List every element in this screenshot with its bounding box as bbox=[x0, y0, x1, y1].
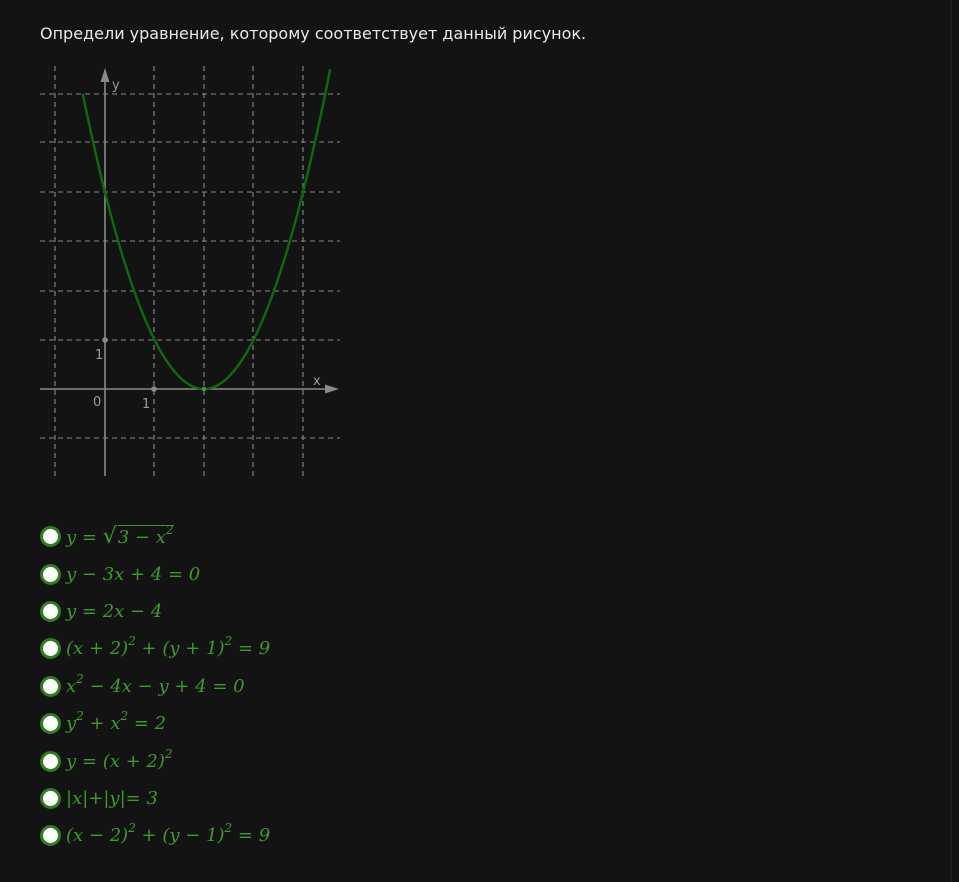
radio-button[interactable] bbox=[40, 600, 61, 622]
y-tick-label: 1 bbox=[95, 348, 103, 363]
x-axis-arrow bbox=[325, 384, 339, 394]
tick-point-x1 bbox=[151, 386, 157, 392]
option-label[interactable]: x2 − 4x − y + 4 = 0 bbox=[66, 673, 245, 697]
option-label[interactable]: y2 + x2 = 2 bbox=[66, 710, 166, 734]
y-axis-arrow bbox=[100, 68, 110, 82]
option-label[interactable]: y = (x + 2)2 bbox=[66, 748, 173, 772]
radio-button[interactable] bbox=[40, 825, 61, 847]
radio-button[interactable] bbox=[40, 787, 61, 809]
answer-option-1[interactable]: y = √3 − x2 bbox=[40, 518, 270, 555]
question-panel: Определи уравнение, которому соответству… bbox=[0, 0, 952, 882]
option-label[interactable]: y = √3 − x2 bbox=[66, 524, 174, 549]
parabola-graph: y x 0 1 1 bbox=[40, 66, 340, 476]
x-tick-label: 1 bbox=[142, 397, 150, 412]
answer-option-9[interactable]: (x − 2)2 + (y − 1)2 = 9 bbox=[40, 817, 270, 854]
answer-option-2[interactable]: y − 3x + 4 = 0 bbox=[40, 555, 270, 592]
option-label[interactable]: y = 2x − 4 bbox=[66, 601, 162, 622]
answer-option-3[interactable]: y = 2x − 4 bbox=[40, 593, 270, 630]
answer-option-8[interactable]: |x|+|y|= 3 bbox=[40, 780, 270, 817]
answer-option-7[interactable]: y = (x + 2)2 bbox=[40, 742, 270, 779]
parabola-curve bbox=[81, 68, 332, 391]
grid bbox=[40, 66, 340, 476]
option-label[interactable]: (x − 2)2 + (y − 1)2 = 9 bbox=[66, 822, 270, 846]
question-text: Определи уравнение, которому соответству… bbox=[40, 24, 587, 43]
radio-button[interactable] bbox=[40, 750, 61, 772]
vertex-point bbox=[201, 386, 207, 392]
answer-option-4[interactable]: (x + 2)2 + (y + 1)2 = 9 bbox=[40, 630, 270, 667]
y-axis-label: y bbox=[112, 78, 120, 93]
answer-option-5[interactable]: x2 − 4x − y + 4 = 0 bbox=[40, 668, 270, 705]
x-axis-label: x bbox=[313, 374, 321, 389]
radio-button[interactable] bbox=[40, 563, 61, 585]
answer-options: y = √3 − x2 y − 3x + 4 = 0 y = 2x − 4 (x… bbox=[40, 518, 270, 855]
radio-button[interactable] bbox=[40, 638, 61, 660]
option-label[interactable]: (x + 2)2 + (y + 1)2 = 9 bbox=[66, 635, 270, 659]
answer-option-6[interactable]: y2 + x2 = 2 bbox=[40, 705, 270, 742]
radio-button[interactable] bbox=[40, 526, 61, 548]
tick-point-y1 bbox=[102, 337, 108, 343]
option-label[interactable]: y − 3x + 4 = 0 bbox=[66, 564, 200, 585]
radio-button[interactable] bbox=[40, 713, 61, 735]
option-label[interactable]: |x|+|y|= 3 bbox=[66, 788, 158, 809]
axes bbox=[40, 68, 339, 476]
radio-button[interactable] bbox=[40, 675, 61, 697]
origin-label: 0 bbox=[93, 395, 101, 410]
